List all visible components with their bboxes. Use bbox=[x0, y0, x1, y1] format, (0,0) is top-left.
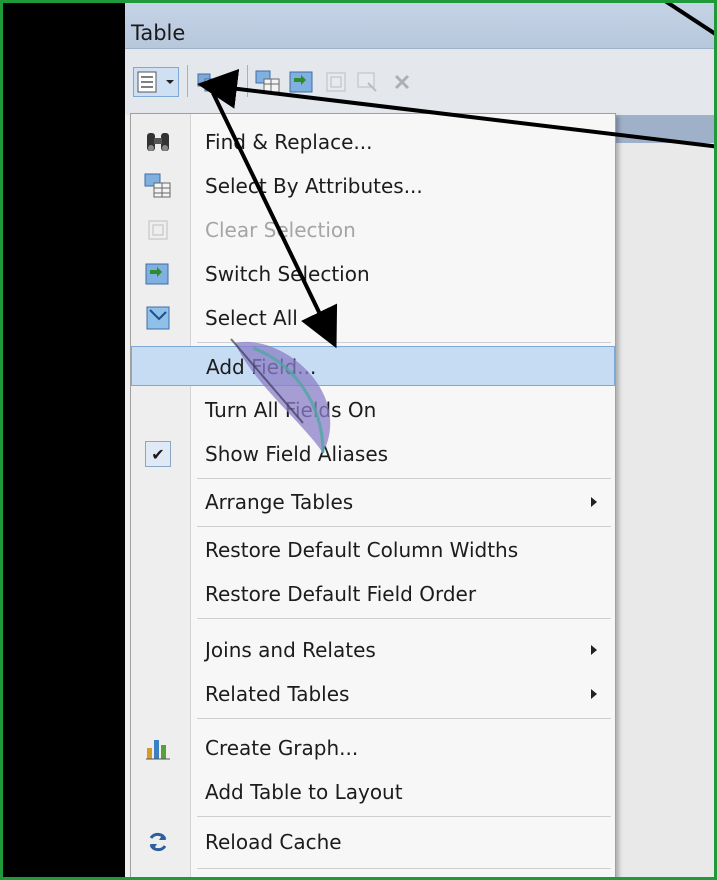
menu-item-label: Turn All Fields On bbox=[205, 398, 377, 422]
select-by-attributes-button[interactable] bbox=[253, 67, 283, 97]
select-by-attributes-icon bbox=[143, 171, 173, 201]
menu-item-label: Reload Cache bbox=[205, 830, 342, 854]
menu-item-reload-cache[interactable]: Reload Cache bbox=[131, 822, 615, 862]
table-toolbar bbox=[125, 49, 714, 115]
black-margin bbox=[3, 3, 125, 877]
menu-item-label: Clear Selection bbox=[205, 218, 356, 242]
menu-item-clear-selection[interactable]: Clear Selection bbox=[131, 210, 615, 250]
menu-item-label: Arrange Tables bbox=[205, 490, 354, 514]
checkmark-icon: ✔ bbox=[143, 439, 173, 469]
window-title: Table bbox=[131, 21, 186, 45]
title-bar: Table bbox=[125, 3, 714, 49]
delete-selected-icon bbox=[357, 72, 377, 92]
table-options-icon bbox=[137, 71, 157, 93]
menu-item-turn-all-fields-on[interactable]: Turn All Fields On bbox=[131, 390, 615, 430]
chevron-down-icon bbox=[226, 80, 234, 84]
select-by-attributes-icon bbox=[255, 70, 280, 93]
switch-selection-icon bbox=[143, 259, 173, 289]
menu-separator bbox=[197, 718, 611, 719]
table-options-button[interactable] bbox=[133, 67, 179, 97]
menu-item-arrange-tables[interactable]: Arrange Tables bbox=[131, 482, 615, 522]
screenshot-frame: Table Find & Replace... Select By Attrib… bbox=[0, 0, 717, 880]
menu-item-label: Add Table to Layout bbox=[205, 780, 403, 804]
menu-item-label: Create Graph... bbox=[205, 736, 359, 760]
menu-item-show-field-aliases[interactable]: ✔ Show Field Aliases bbox=[131, 434, 615, 474]
binoculars-icon bbox=[143, 127, 173, 157]
clear-selection-button[interactable] bbox=[321, 67, 351, 97]
select-all-icon bbox=[143, 303, 173, 333]
menu-separator bbox=[197, 342, 611, 343]
switch-selection-icon bbox=[289, 71, 313, 93]
menu-item-restore-field-order[interactable]: Restore Default Field Order bbox=[131, 574, 615, 614]
menu-item-label: Select All bbox=[205, 306, 298, 330]
menu-separator bbox=[197, 618, 611, 619]
delete-icon bbox=[394, 74, 410, 90]
switch-selection-button[interactable] bbox=[287, 67, 317, 97]
reload-icon bbox=[143, 827, 173, 857]
submenu-arrow-icon bbox=[591, 689, 597, 699]
table-options-menu: Find & Replace... Select By Attributes..… bbox=[130, 113, 616, 877]
menu-separator bbox=[197, 816, 611, 817]
menu-item-label: Related Tables bbox=[205, 682, 350, 706]
related-tables-icon bbox=[197, 73, 218, 92]
chevron-down-icon bbox=[166, 80, 174, 84]
menu-separator bbox=[197, 868, 611, 869]
submenu-arrow-icon bbox=[591, 497, 597, 507]
related-tables-button[interactable] bbox=[193, 67, 239, 97]
menu-separator bbox=[197, 526, 611, 527]
menu-item-label: Add Field... bbox=[206, 355, 317, 379]
menu-item-switch-selection[interactable]: Switch Selection bbox=[131, 254, 615, 294]
menu-item-label: Joins and Relates bbox=[205, 638, 376, 662]
menu-item-related-tables[interactable]: Related Tables bbox=[131, 674, 615, 714]
menu-item-label: Show Field Aliases bbox=[205, 442, 389, 466]
menu-separator bbox=[197, 478, 611, 479]
menu-item-add-field[interactable]: Add Field... bbox=[131, 346, 615, 386]
menu-item-create-graph[interactable]: Create Graph... bbox=[131, 728, 615, 768]
graph-icon bbox=[143, 733, 173, 763]
menu-item-label: Switch Selection bbox=[205, 262, 370, 286]
clear-selection-icon bbox=[326, 72, 346, 92]
menu-item-label: Select By Attributes... bbox=[205, 174, 423, 198]
menu-item-select-all[interactable]: Select All bbox=[131, 298, 615, 338]
menu-item-label: Find & Replace... bbox=[205, 130, 373, 154]
menu-item-joins-and-relates[interactable]: Joins and Relates bbox=[131, 630, 615, 670]
menu-item-label: Restore Default Column Widths bbox=[205, 538, 519, 562]
menu-item-select-by-attributes[interactable]: Select By Attributes... bbox=[131, 166, 615, 206]
menu-item-add-table-to-layout[interactable]: Add Table to Layout bbox=[131, 772, 615, 812]
menu-item-restore-column-widths[interactable]: Restore Default Column Widths bbox=[131, 530, 615, 570]
clear-selection-icon bbox=[143, 215, 173, 245]
menu-item-label: Restore Default Field Order bbox=[205, 582, 477, 606]
table-area bbox=[615, 143, 714, 877]
table-tab-strip bbox=[615, 115, 714, 143]
delete-selected-button[interactable] bbox=[353, 67, 383, 97]
menu-item-find-replace[interactable]: Find & Replace... bbox=[131, 122, 615, 162]
submenu-arrow-icon bbox=[591, 645, 597, 655]
delete-button[interactable] bbox=[387, 67, 417, 97]
